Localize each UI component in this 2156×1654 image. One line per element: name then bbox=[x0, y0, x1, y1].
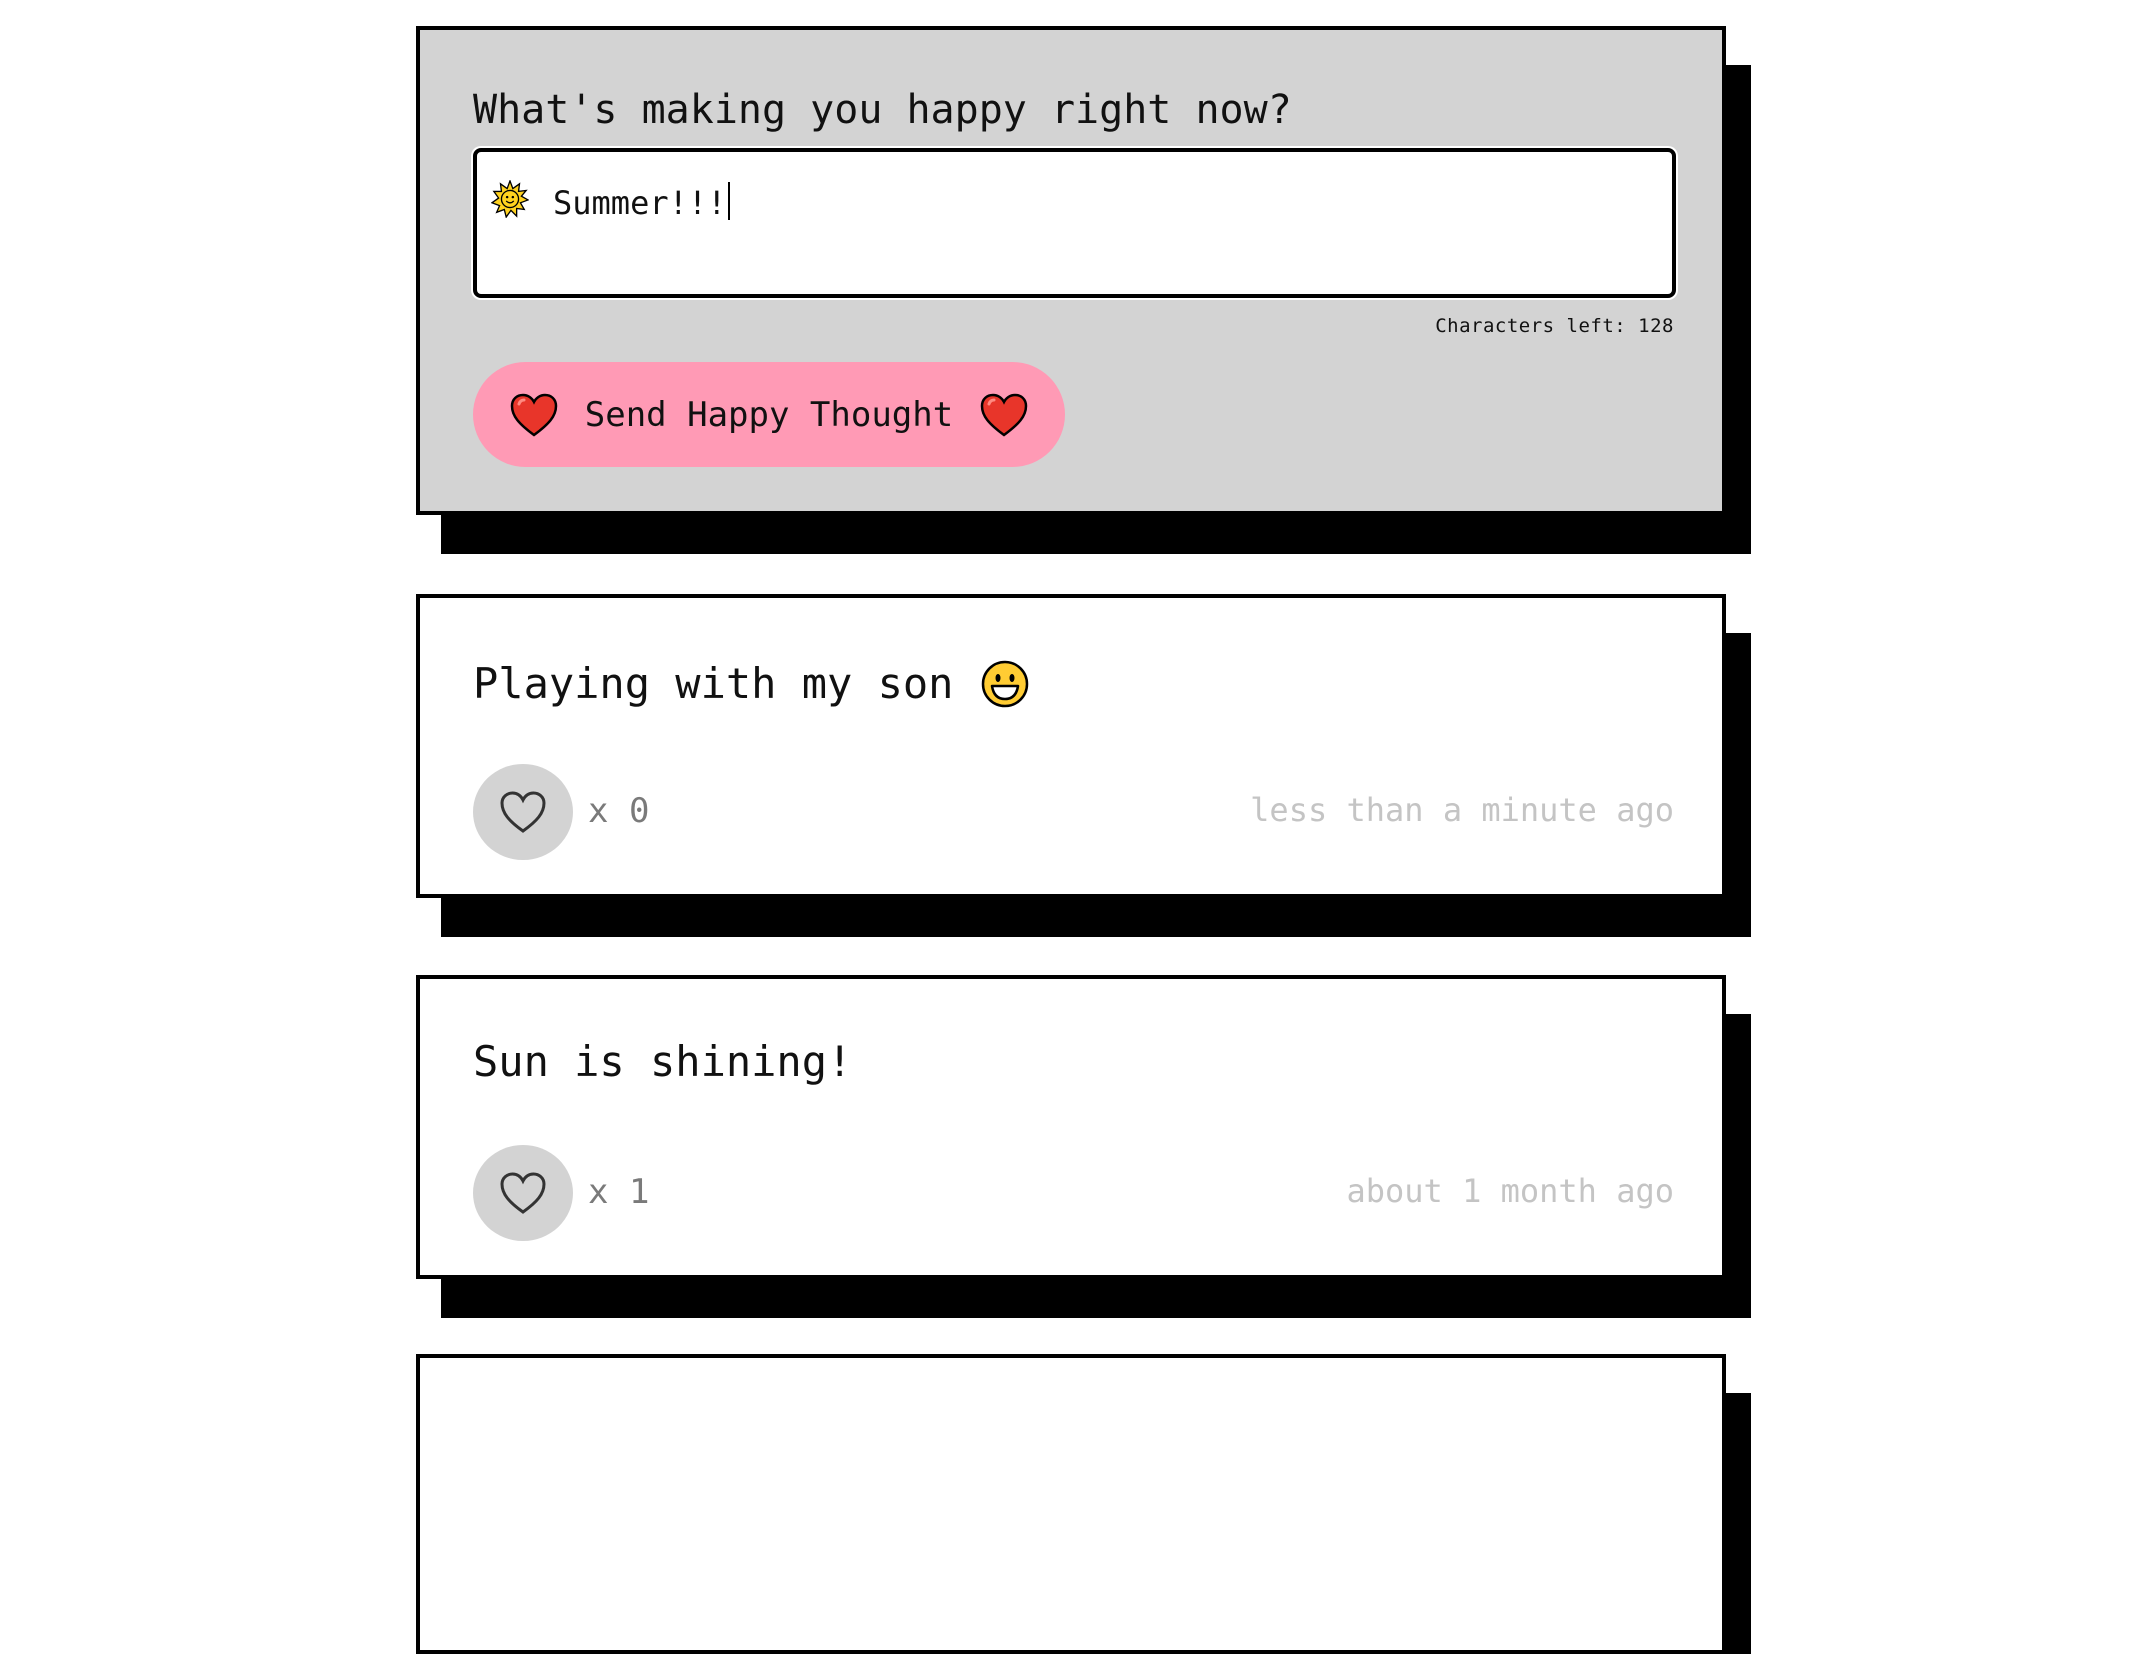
like-count: x 0 bbox=[588, 791, 650, 831]
send-button-label: Send Happy Thought bbox=[584, 394, 954, 435]
timestamp: less than a minute ago bbox=[1250, 791, 1674, 829]
thought-text: Sun is shining! bbox=[473, 1037, 853, 1086]
send-happy-thought-button[interactable]: Send Happy Thought bbox=[473, 362, 1065, 467]
thought-form: What's making you happy right now? Summe… bbox=[416, 26, 1726, 515]
like-count: x 1 bbox=[588, 1172, 650, 1212]
like-button[interactable] bbox=[473, 764, 573, 860]
heart-emoji-icon bbox=[980, 393, 1028, 437]
thought-message: Playing with my son bbox=[473, 660, 1029, 708]
thought-card: Sun is shining! x 1 about 1 month ago bbox=[416, 975, 1726, 1279]
thought-card bbox=[416, 1354, 1726, 1654]
timestamp: about 1 month ago bbox=[1346, 1172, 1674, 1210]
thought-message: Sun is shining! bbox=[473, 1041, 852, 1083]
thought-input-value: Summer!!! bbox=[553, 182, 731, 221]
thought-text: Playing with my son bbox=[473, 659, 954, 708]
text-caret bbox=[728, 182, 731, 220]
characters-left-counter: Characters left: 128 bbox=[1435, 315, 1674, 337]
heart-outline-icon bbox=[500, 791, 546, 833]
thought-card: Playing with my son x 0 less than a minu… bbox=[416, 594, 1726, 898]
sun-emoji-icon bbox=[491, 180, 529, 218]
thought-input[interactable]: Summer!!! bbox=[473, 148, 1676, 298]
form-title: What's making you happy right now? bbox=[473, 87, 1292, 133]
like-button[interactable] bbox=[473, 1145, 573, 1241]
grinning-face-icon bbox=[982, 660, 1029, 708]
heart-emoji-icon bbox=[510, 393, 558, 437]
heart-outline-icon bbox=[500, 1172, 546, 1214]
